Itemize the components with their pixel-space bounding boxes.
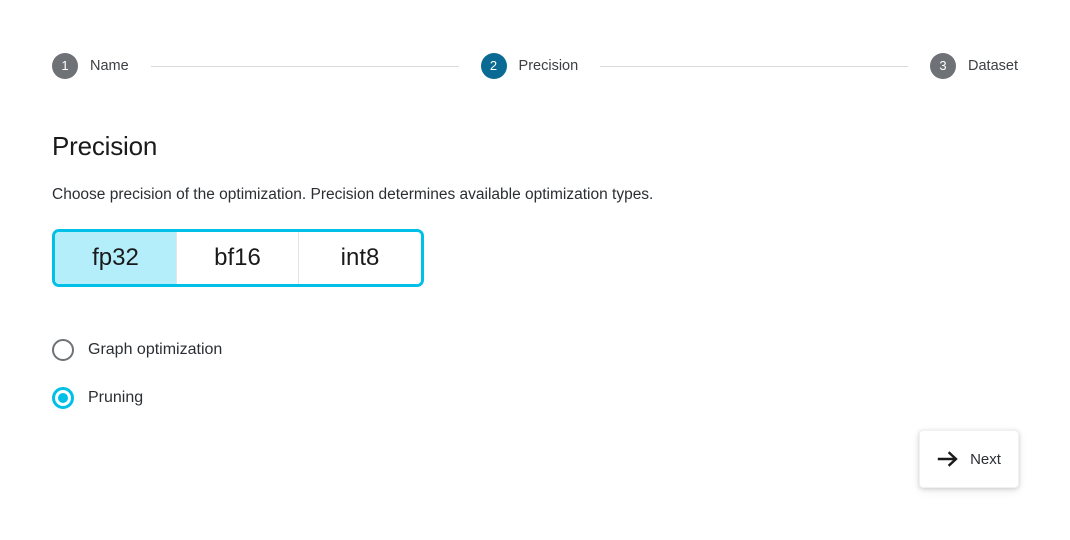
precision-option-int8[interactable]: int8 — [299, 232, 421, 284]
next-button[interactable]: Next — [919, 430, 1019, 488]
precision-option-bf16[interactable]: bf16 — [177, 232, 299, 284]
optimization-type-radio-group: Graph optimization Pruning — [52, 334, 222, 430]
step-label-3: Dataset — [968, 58, 1018, 74]
step-number-badge-2: 2 — [480, 53, 507, 79]
precision-option-fp32[interactable]: fp32 — [55, 232, 177, 284]
page-title: Precision — [52, 131, 158, 161]
step-number-badge-3: 3 — [930, 53, 957, 79]
radio-option-graph-optimization[interactable]: Graph optimization — [52, 334, 222, 366]
radio-unchecked-icon[interactable] — [52, 339, 74, 361]
wizard-stepper: 1 Name 2 Precision 3 Dataset — [52, 52, 1018, 80]
radio-label-graph-optimization: Graph optimization — [88, 341, 223, 358]
stepper-connector-1 — [150, 65, 459, 67]
stepper-connector-2 — [600, 65, 909, 67]
precision-segmented-control[interactable]: fp32 bf16 int8 — [52, 229, 424, 287]
stepper-step-3[interactable]: 3 Dataset — [930, 53, 1018, 79]
step-label-2: Precision — [518, 58, 579, 74]
arrow-right-icon — [937, 450, 959, 468]
next-button-label: Next — [970, 450, 1001, 468]
page-description: Choose precision of the optimization. Pr… — [52, 186, 654, 203]
stepper-step-2[interactable]: 2 Precision — [480, 53, 579, 79]
radio-option-pruning[interactable]: Pruning — [52, 382, 222, 414]
stepper-step-1[interactable]: 1 Name — [52, 53, 129, 79]
radio-label-pruning: Pruning — [88, 389, 144, 406]
step-number-badge-1: 1 — [52, 53, 78, 79]
step-label-1: Name — [90, 58, 129, 74]
radio-checked-icon[interactable] — [52, 387, 74, 409]
